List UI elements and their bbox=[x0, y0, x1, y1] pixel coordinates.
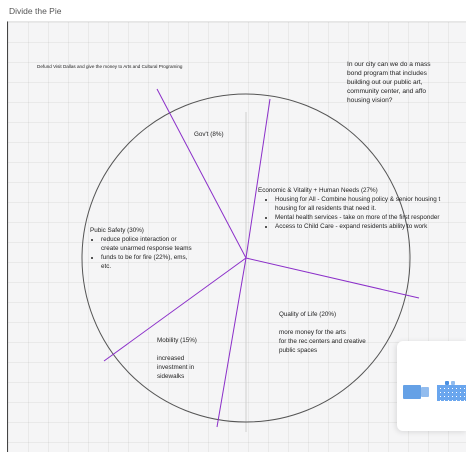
safety-bullet-1: reduce police interaction or bbox=[101, 235, 192, 244]
economic-bullet-1-cont: housing for all residents that need it. bbox=[275, 205, 377, 212]
slice-label-govt[interactable]: Gov't (8%) bbox=[194, 130, 224, 139]
minimap-grid-icon bbox=[437, 385, 466, 401]
safety-bullet-list: reduce police interaction or create unar… bbox=[90, 235, 192, 271]
minimap-widget[interactable] bbox=[397, 341, 466, 431]
safety-bullet-2: funds to be for fire (22%), ems, bbox=[101, 253, 192, 262]
slice-label-economic: Economic & Vitality + Human Needs (27%) bbox=[258, 187, 378, 194]
economic-bullet-1: Housing for All - Combine housing policy… bbox=[275, 195, 440, 204]
divider-line-quality-mobility[interactable] bbox=[216, 257, 247, 428]
frame-title: Divide the Pie bbox=[9, 6, 62, 16]
whiteboard-canvas[interactable]: Defund Visit Dallas and give the money t… bbox=[7, 21, 466, 452]
economic-bullet-3: Access to Child Care - expand residents … bbox=[275, 222, 440, 231]
slice-safety-text[interactable]: Pubic Safety (30%) reduce police interac… bbox=[90, 226, 192, 271]
minimap-frame-icon-2 bbox=[421, 387, 429, 397]
safety-bullet-2-cont: etc. bbox=[101, 263, 112, 270]
safety-bullet-1-cont: create unarmed response teams bbox=[101, 245, 192, 252]
slice-label-mobility: Mobility (15%) bbox=[157, 337, 197, 344]
slice-economic-text[interactable]: Economic & Vitality + Human Needs (27%) … bbox=[258, 186, 440, 231]
economic-bullet-list: Housing for All - Combine housing policy… bbox=[258, 195, 440, 231]
slice-mobility-text[interactable]: Mobility (15%) increased investment in s… bbox=[157, 327, 197, 390]
slice-quality-text[interactable]: Quality of Life (20%) more money for the… bbox=[279, 301, 366, 364]
slice-label-quality: Quality of Life (20%) bbox=[279, 311, 337, 318]
economic-bullet-2: Mental health services - take on more of… bbox=[275, 213, 440, 222]
mobility-body: increased investment in sidewalks bbox=[157, 355, 195, 380]
bond-question-note[interactable]: In our city can we do a mass bond progra… bbox=[347, 60, 431, 105]
defund-note[interactable]: Defund Visit Dallas and give the money t… bbox=[37, 64, 182, 70]
minimap-frame-icon bbox=[403, 385, 421, 399]
divider-line-economic-quality[interactable] bbox=[245, 257, 420, 299]
slice-label-safety: Pubic Safety (30%) bbox=[90, 227, 144, 234]
divider-line-govt-right[interactable] bbox=[245, 98, 271, 259]
quality-body: more money for the arts for the rec cent… bbox=[279, 329, 366, 354]
